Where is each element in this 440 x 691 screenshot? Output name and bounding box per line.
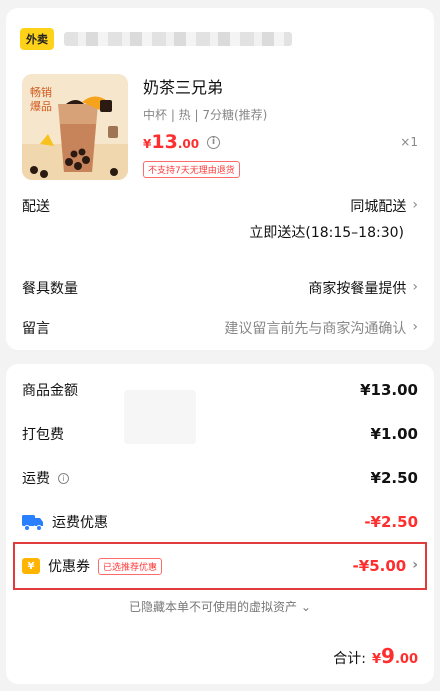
goods-amount-row: 商品金额 ¥13.00	[22, 380, 418, 400]
chevron-right-icon: ›	[412, 557, 418, 573]
delivery-label: 配送	[22, 199, 50, 215]
svg-text:爆品: 爆品	[30, 99, 52, 113]
total-label: 合计:	[333, 651, 366, 667]
note-row[interactable]: 留言 建议留言前先与商家沟通确认 ›	[22, 318, 418, 338]
shipping-fee-row: 运费 i ¥2.50	[22, 468, 418, 488]
truck-icon	[22, 515, 43, 531]
product-spec: 中杯 | 热 | 7分糖(推荐)	[143, 108, 268, 122]
product-price-row: ¥13.00 i ×1	[143, 131, 418, 153]
chevron-right-icon: ›	[412, 197, 418, 213]
packing-fee-row: 打包费 ¥1.00	[22, 424, 418, 444]
no-return-badge: 不支持7天无理由退货	[143, 161, 240, 178]
shipping-fee-value: ¥2.50	[370, 469, 418, 487]
store-header[interactable]: 外卖	[20, 28, 292, 50]
info-icon[interactable]: i	[58, 472, 69, 484]
goods-amount-value: ¥13.00	[360, 381, 418, 399]
delivery-value: 同城配送 ›	[350, 197, 418, 215]
takeout-tag: 外卖	[20, 28, 54, 50]
milk-tea-image: 畅销 爆品	[22, 74, 128, 180]
shipping-fee-label: 运费	[22, 471, 50, 487]
shipping-discount-row: 运费优惠 -¥2.50	[22, 512, 418, 532]
delivery-row[interactable]: 配送 同城配送 ›	[22, 196, 418, 216]
total-row: 合计: ¥9.00	[333, 644, 418, 668]
svg-text:畅销: 畅销	[30, 85, 52, 99]
utensils-value: 商家按餐量提供 ›	[308, 279, 418, 297]
product-info: 奶茶三兄弟 中杯 | 热 | 7分糖(推荐) ¥13.00 i ×1 不支持7天…	[143, 74, 418, 178]
product-quantity: ×1	[400, 135, 418, 149]
recommended-discount-tag: 已选推荐优惠	[98, 557, 163, 575]
note-placeholder: 建议留言前先与商家沟通确认 ›	[224, 319, 418, 337]
hidden-assets-note[interactable]: 已隐藏本单不可使用的虚拟资产 ⌄	[6, 598, 434, 615]
utensils-row[interactable]: 餐具数量 商家按餐量提供 ›	[22, 278, 418, 298]
delivery-time[interactable]: 立即送达(18:15–18:30)	[249, 222, 404, 242]
chevron-right-icon: ›	[412, 319, 418, 335]
packing-fee-value: ¥1.00	[370, 425, 418, 443]
note-label: 留言	[22, 321, 50, 337]
product-price: ¥13.00	[143, 131, 200, 153]
chevron-right-icon: ›	[412, 279, 418, 295]
chevron-down-icon: ⌄	[300, 600, 311, 614]
info-icon[interactable]: i	[207, 135, 221, 149]
coupon-value: -¥5.00 ›	[352, 557, 418, 575]
shipping-discount-value: -¥2.50	[364, 513, 418, 531]
product-name: 奶茶三兄弟	[143, 78, 224, 97]
coupon-label: 优惠券	[48, 559, 90, 575]
packing-fee-label: 打包费	[22, 427, 64, 443]
product-image[interactable]: 畅销 爆品	[22, 74, 128, 180]
coupon-row[interactable]: ¥ 优惠券 已选推荐优惠 -¥5.00 ›	[22, 556, 418, 576]
goods-amount-label: 商品金额	[22, 383, 78, 399]
price-summary-card: 商品金额 ¥13.00 打包费 ¥1.00 运费 i ¥2.50 运费优惠 -¥…	[6, 364, 434, 684]
total-amount: ¥9.00	[372, 644, 418, 668]
utensils-label: 餐具数量	[22, 281, 78, 297]
coupon-icon: ¥	[22, 558, 40, 574]
store-name-blurred	[64, 32, 292, 46]
shipping-discount-label: 运费优惠	[52, 515, 108, 531]
order-items-card: 外卖 畅销 爆品 奶茶三兄弟 中杯 | 热 | 7分糖(推荐) ¥13.00 i…	[6, 8, 434, 350]
